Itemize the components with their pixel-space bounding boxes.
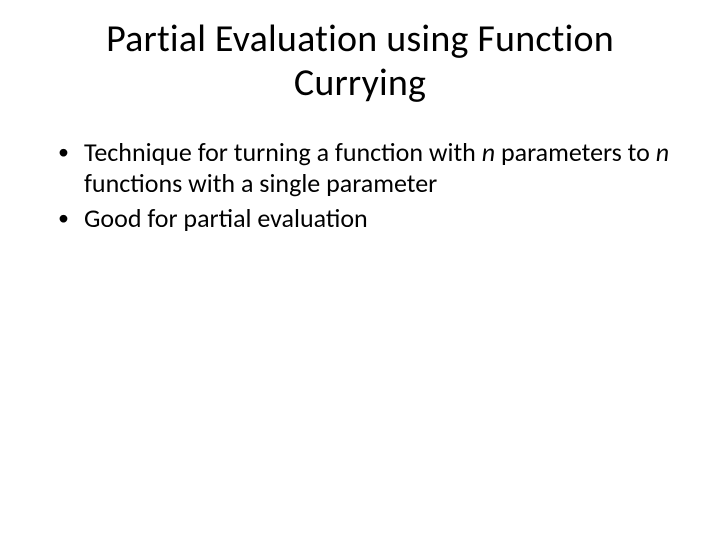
slide-title: Partial Evaluation using Function Curryi… [70,18,650,105]
bullet-list: Technique for turning a function with n … [30,137,690,233]
bullet-text: parameters to [495,136,656,168]
italic-n: n [482,136,495,168]
italic-n: n [656,136,669,168]
bullet-text: Good for partial evaluation [84,202,368,234]
bullet-text: functions with a single parameter [84,167,437,199]
list-item: Good for partial evaluation [58,203,690,234]
slide: Partial Evaluation using Function Curryi… [0,0,720,540]
bullet-text: Technique for turning a function with [84,136,482,168]
list-item: Technique for turning a function with n … [58,137,690,198]
